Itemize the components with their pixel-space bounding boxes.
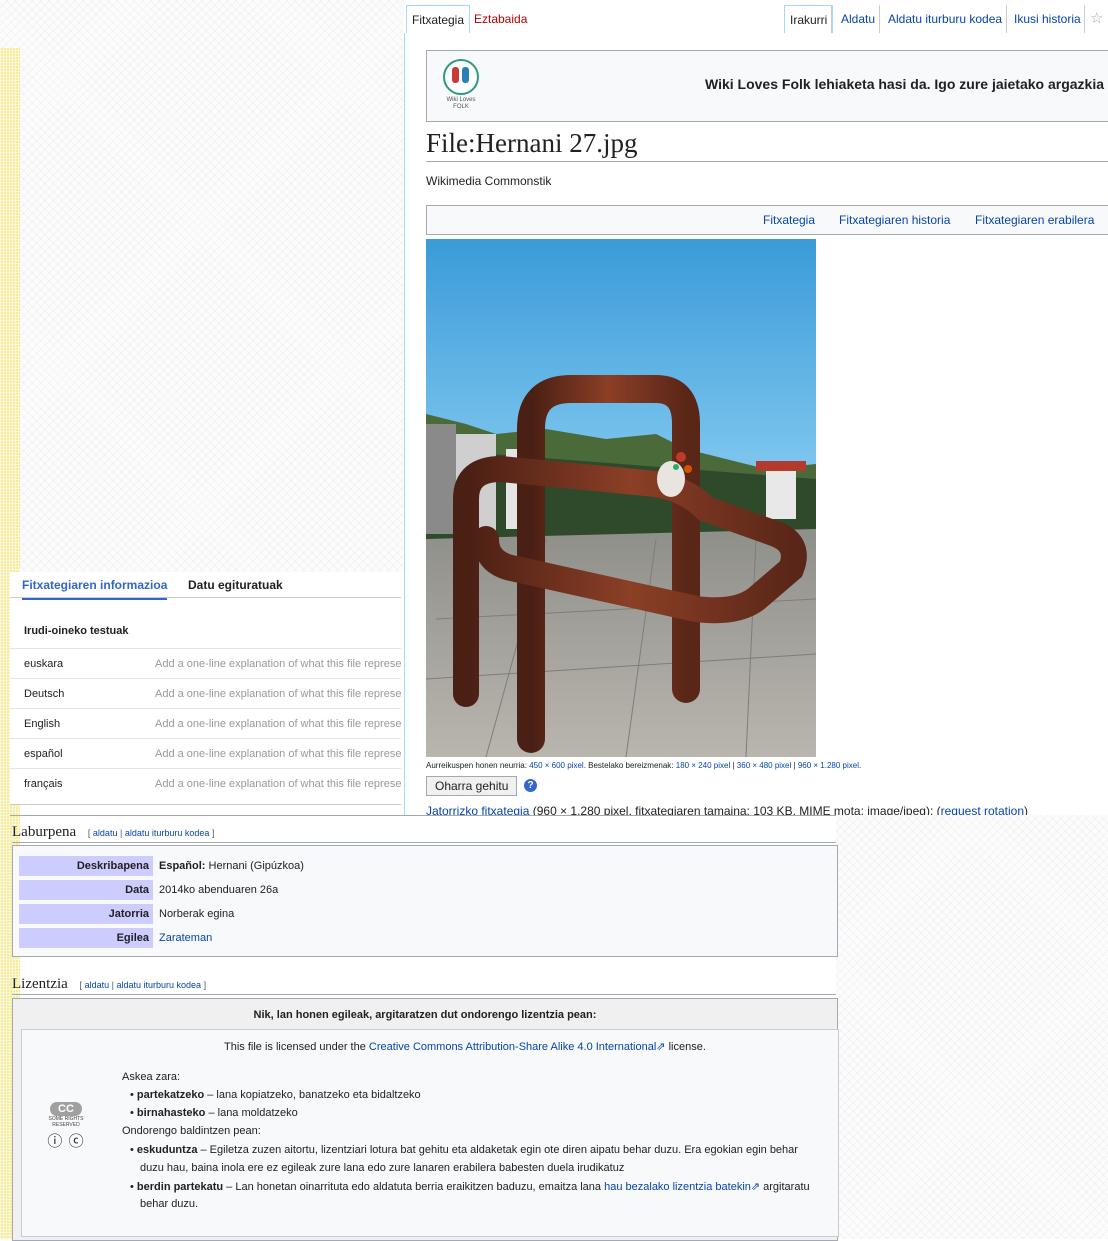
star-icon[interactable]: ☆: [1090, 9, 1103, 27]
caption-row: euskara Add a one-line explanation of wh…: [10, 648, 401, 679]
tab-underline: [10, 597, 401, 598]
license-content: This file is licensed under the Creative…: [21, 1029, 839, 1237]
caption-input[interactable]: Add a one-line explanation of what this …: [155, 658, 401, 670]
tab-separator: [1006, 5, 1007, 33]
toc-file-history[interactable]: Fitxategiaren historia: [839, 213, 950, 227]
caption-input[interactable]: Add a one-line explanation of what this …: [155, 778, 401, 790]
add-note-button[interactable]: Oharra gehitu: [426, 776, 518, 796]
resolution-960[interactable]: 960 × 1.280 pixel: [798, 761, 859, 770]
main-content: Wiki Loves FOLK Wiki Loves Folk lehiaketa…: [404, 33, 1108, 815]
heading-underline: [12, 842, 836, 843]
original-file-link[interactable]: Jatorrizko fitxategia: [426, 804, 529, 815]
remix-bullet: • birnahasteko – lana moldatzeko: [130, 1107, 298, 1119]
cc-license-link[interactable]: Creative Commons Attribution-Share Alike…: [369, 1041, 656, 1053]
caption-language: euskara: [24, 658, 64, 670]
background-pattern: [0, 0, 404, 572]
help-icon[interactable]: ?: [524, 779, 537, 792]
request-rotation-link[interactable]: request rotation: [941, 804, 1024, 815]
summary-table: Deskribapena Español: Hernani (Gipúzkoa)…: [12, 845, 838, 957]
summary-edit-source-link[interactable]: aldatu iturburu kodea: [125, 828, 210, 838]
site-subtitle: Wikimedia Commonstik: [426, 174, 552, 188]
license-edit-source-link[interactable]: aldatu iturburu kodea: [116, 980, 201, 990]
free-to: Askea zara:: [122, 1071, 181, 1083]
resolution-360[interactable]: 360 × 480 pixel: [737, 761, 792, 770]
license-header: Nik, lan honen egileak, argitaratzen dut…: [253, 1009, 597, 1021]
preview-size-link[interactable]: 450 × 600 pixel: [529, 761, 584, 770]
original-file-line: Jatorrizko fitxategia (960 × 1.280 pixel…: [426, 801, 1028, 815]
caption-language: français: [24, 778, 63, 790]
section-divider: [10, 815, 836, 816]
tab-separator: [879, 5, 880, 33]
cc-by-sa-icons: ⓘ ⓒ: [47, 1133, 85, 1150]
summary-edit-link[interactable]: aldatu: [93, 828, 118, 838]
tab-structured-data[interactable]: Datu egituratuak: [188, 578, 283, 598]
caption-language: Deutsch: [24, 688, 65, 700]
caption-input[interactable]: Add a one-line explanation of what this …: [155, 688, 401, 700]
campaign-banner: Wiki Loves FOLK Wiki Loves Folk lehiaketa…: [426, 50, 1108, 122]
caption-input[interactable]: Add a one-line explanation of what this …: [155, 748, 401, 760]
tab-edit[interactable]: Aldatu: [836, 5, 881, 34]
caption-language: English: [24, 718, 61, 730]
attribution-cont: duzu hau, baina inola ere ez egileak zur…: [140, 1162, 625, 1174]
summary-heading: Laburpena [ aldatu | aldatu iturburu kod…: [12, 824, 215, 840]
cc-license-logo[interactable]: CC SOME RIGHTS RESERVED ⓘ ⓒ: [39, 1102, 93, 1151]
file-toc: Fitxategia Fitxategiaren historia Fitxat…: [426, 205, 1108, 235]
background-pattern-right: [836, 815, 1108, 1239]
caption-language: español: [24, 748, 63, 760]
tab-separator: [831, 5, 832, 33]
toc-file[interactable]: Fitxategia: [763, 213, 815, 227]
author-link[interactable]: Zarateman: [159, 928, 212, 948]
share-alike-cont: behar duzu.: [140, 1198, 199, 1210]
panel-bottom-border: [10, 804, 401, 805]
wiki-loves-folk-logo[interactable]: Wiki Loves FOLK: [441, 59, 481, 113]
licensed-under: This file is licensed under the Creative…: [224, 1041, 706, 1053]
tab-file[interactable]: Fitxategia: [406, 5, 471, 34]
caption-row: Deutsch Add a one-line explanation of wh…: [10, 678, 401, 709]
heading-underline: [12, 994, 836, 995]
attribution-bullet: • eskuduntza – Egiletza zuzen aitortu, l…: [130, 1144, 798, 1156]
caption-input[interactable]: Add a one-line explanation of what this …: [155, 718, 401, 730]
tab-read[interactable]: Irakurri: [784, 5, 834, 34]
caption-row: English Add a one-line explanation of wh…: [10, 708, 401, 739]
page-title: File:Hernani 27.jpg: [426, 128, 1108, 162]
caption-row: español Add a one-line explanation of wh…: [10, 738, 401, 769]
preview-resolutions: Aurreikuspen honen neurria: 450 × 600 pi…: [426, 761, 862, 770]
conditions-label: Ondorengo baldintzen pean:: [122, 1125, 261, 1137]
banner-message[interactable]: Wiki Loves Folk lehiaketa hasi da. Igo z…: [705, 76, 1104, 92]
same-license-link[interactable]: hau bezalako lizentzia batekin: [604, 1181, 751, 1193]
caption-row: français Add a one-line explanation of w…: [10, 768, 401, 799]
share-alike-bullet: • berdin partekatu – Lan honetan oinarri…: [130, 1181, 810, 1193]
tab-history[interactable]: Ikusi historia: [1009, 5, 1086, 34]
share-bullet: • partekatzeko – lana kopiatzeko, banatz…: [130, 1089, 421, 1101]
resolution-180[interactable]: 180 × 240 pixel: [676, 761, 731, 770]
tab-edit-source[interactable]: Aldatu iturburu kodea: [883, 5, 1008, 34]
toc-file-usage[interactable]: Fitxategiaren erabilera: [975, 213, 1094, 227]
file-info-panel: Fitxategiaren informazioa Datu egituratu…: [10, 572, 401, 805]
license-heading: Lizentzia [ aldatu | aldatu iturburu kod…: [12, 976, 207, 992]
captions-header: Irudi-oineko testuak: [24, 625, 129, 637]
license-box: Nik, lan honen egileak, argitaratzen dut…: [12, 998, 839, 1241]
file-image[interactable]: [426, 239, 816, 757]
tab-discussion[interactable]: Eztabaida: [469, 5, 533, 34]
license-edit-link[interactable]: aldatu: [85, 980, 110, 990]
tab-separator: [1084, 5, 1085, 33]
